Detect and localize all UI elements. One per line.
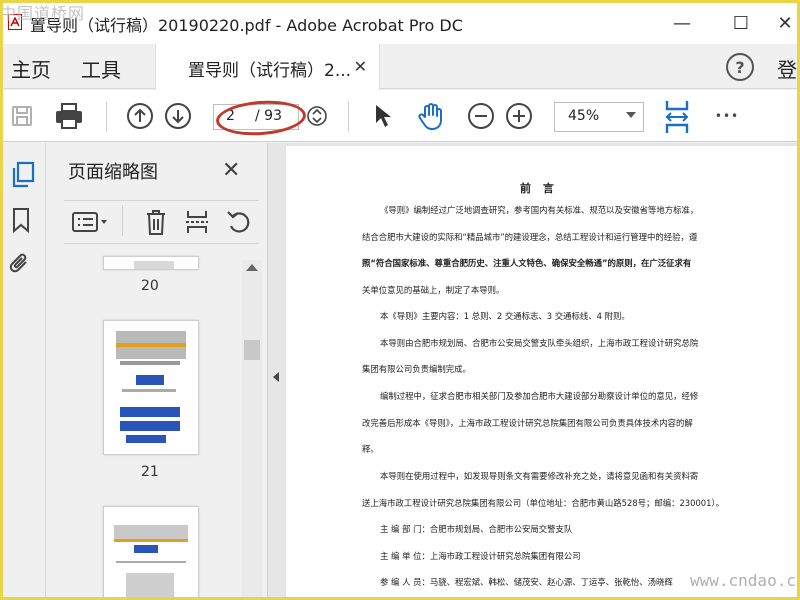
login-button[interactable]: 登 — [777, 54, 797, 83]
document-heading: 前 言 — [520, 182, 558, 195]
collapse-left-icon[interactable] — [273, 372, 279, 382]
hand-tool-icon[interactable] — [414, 100, 448, 132]
next-page-icon[interactable] — [163, 101, 193, 131]
doc-line: 改完善后形成本《导则》，上海市政工程设计研究总院集团有限公司负责具体技术内容的解 — [362, 418, 693, 428]
doc-line: 本导则由合肥市规划局、合肥市公安局交警支队牵头组织，上海市政工程设计研究总院 — [380, 338, 699, 348]
toolbar-separator — [348, 102, 349, 132]
attachment-icon[interactable] — [6, 248, 34, 280]
panel-separator — [122, 206, 123, 236]
doc-line: 主 编 单 位：上海市政工程设计研究总院集团有限公司 — [380, 551, 581, 561]
doc-line: 本导则在使用过程中，如发现导则条文有需要修改补充之处，请将意见函和有关资料寄 — [380, 471, 699, 481]
print-icon[interactable] — [52, 100, 86, 132]
toolbar-separator — [106, 102, 107, 132]
close-window-button[interactable]: ✕ — [770, 8, 800, 38]
thumbnail-page-number: 20 — [141, 278, 159, 294]
document-tab-label: 置导则（试行稿）2... — [188, 61, 352, 81]
more-options-icon[interactable]: ••• — [712, 106, 742, 126]
page-stepper-icon[interactable] — [305, 104, 329, 128]
zoom-out-icon[interactable] — [466, 101, 496, 131]
close-tab-button[interactable]: ✕ — [354, 57, 367, 76]
panel-title: 页面缩略图 — [68, 162, 158, 183]
doc-line: 结合合肥市大建设的实际和“精品城市”的建设理念，总结工程设计和运行管理中的经验，… — [362, 232, 698, 242]
doc-line: 本《导则》主要内容：1 总则、2 交通标志、3 交通标线、4 附则。 — [380, 311, 630, 321]
watermark-bottom: www.cndao.com — [690, 571, 800, 590]
thumbnail-scrollbar[interactable] — [242, 260, 262, 600]
title-bar: 置导则（试行稿）20190220.pdf - Adobe Acrobat Pro… — [0, 0, 800, 44]
zoom-value: 45% — [568, 108, 600, 124]
doc-line: 关单位意见的基础上，制定了本导则。 — [362, 285, 505, 295]
delete-page-icon[interactable] — [142, 206, 170, 238]
doc-line: 送上海市政工程设计研究总院集团有限公司（单位地址：合肥市黄山路528号；邮编：2… — [362, 498, 725, 508]
page-thumbnail-21[interactable] — [103, 320, 199, 455]
zoom-in-icon[interactable] — [504, 101, 534, 131]
watermark-top: 中国道桥网 — [0, 4, 86, 23]
nav-tools-tab[interactable]: 工具 — [81, 54, 121, 83]
maximize-button[interactable]: ☐ — [726, 8, 756, 38]
nav-home-tab[interactable]: 主页 — [11, 54, 51, 83]
rotate-page-icon[interactable] — [224, 206, 254, 238]
close-panel-button[interactable]: ✕ — [222, 158, 240, 183]
window-title: 置导则（试行稿）20190220.pdf - Adobe Acrobat Pro… — [30, 16, 463, 35]
scrollbar-thumb[interactable] — [244, 340, 260, 360]
select-cursor-icon[interactable] — [370, 102, 396, 130]
doc-line: 《导则》编制经过广泛地调查研究，参考国内有关标准、规范以及安徽省等地方标准， — [380, 205, 699, 215]
extract-page-icon[interactable] — [183, 206, 211, 238]
doc-line: 照“符合国家标准、尊重合肥历史、注重人文特色、确保安全畅通”的原则，在广泛征求有 — [362, 258, 692, 268]
fit-page-icon[interactable] — [660, 98, 694, 136]
doc-line: 主 编 部 门：合肥市规划局、合肥市公安局交警支队 — [380, 524, 573, 534]
page-thumbnail-22[interactable] — [103, 506, 199, 600]
doc-line: 集团有限公司负责编制完成。 — [362, 364, 471, 374]
thumbnail-page-number: 21 — [141, 464, 159, 480]
thumbnail-options-icon[interactable] — [70, 208, 110, 236]
previous-page-icon[interactable] — [125, 101, 155, 131]
minimize-button[interactable]: — — [667, 8, 697, 38]
bookmark-icon[interactable] — [8, 205, 34, 235]
doc-line: 编制过程中，征求合肥市相关部门及参加合肥市大建设部分勘察设计单位的意见，经修 — [380, 391, 699, 401]
document-tab[interactable]: 置导则（试行稿）2... ✕ — [155, 44, 380, 90]
page-thumbnail-20[interactable] — [103, 256, 199, 270]
doc-line: 释。 — [362, 444, 379, 454]
help-icon[interactable]: ? — [726, 53, 754, 81]
page-thumbnails-icon[interactable] — [8, 160, 38, 190]
doc-line: 参 编 人 员：马骁、程宏斌、韩松、储茂安、赵心源、丁运亭、张乾怡、汤晓辉 — [380, 577, 673, 587]
scroll-up-icon[interactable] — [246, 264, 258, 271]
chevron-down-icon — [626, 112, 636, 118]
save-icon[interactable] — [8, 102, 36, 130]
